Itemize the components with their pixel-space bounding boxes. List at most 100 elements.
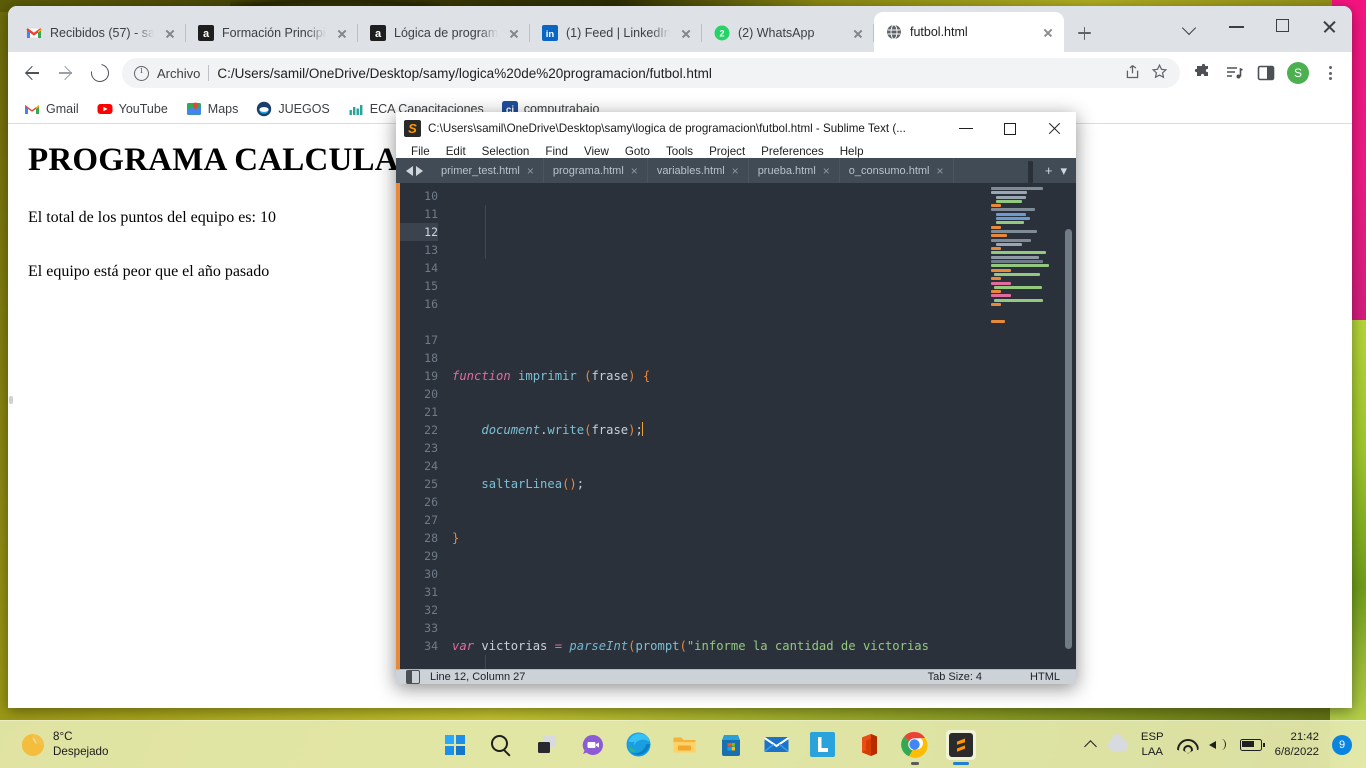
clock[interactable]: 21:42 6/8/2022 [1275,730,1319,759]
office-button[interactable] [854,730,884,760]
menu-view[interactable]: View [576,145,617,158]
address-bar[interactable]: Archivo C:/Users/samil/OneDrive/Desktop/… [122,58,1180,88]
alura-icon: a [198,25,214,41]
close-icon[interactable] [1040,24,1056,40]
edge-button[interactable] [624,730,654,760]
new-tab-button[interactable] [1070,19,1098,47]
close-icon[interactable]: × [937,164,944,178]
menu-selection[interactable]: Selection [474,145,538,158]
speaker-icon[interactable] [1208,737,1227,752]
tab-size-label[interactable]: Tab Size: 4 [928,671,982,683]
learn-button[interactable] [808,730,838,760]
chevron-up-icon[interactable] [1083,739,1097,753]
avatar[interactable]: S [1287,62,1309,84]
line-number: 13 [424,243,438,257]
close-icon[interactable]: × [732,164,739,178]
edge-icon [626,732,651,757]
menu-file[interactable]: File [403,145,438,158]
language-indicator[interactable]: ESP LAA [1141,730,1164,759]
menu-preferences[interactable]: Preferences [753,145,832,158]
chrome-button[interactable] [900,730,930,765]
sublime-tab-prueba[interactable]: prueba.html × [749,158,840,183]
menu-project[interactable]: Project [701,145,753,158]
close-icon[interactable] [678,25,694,41]
bookmark-maps[interactable]: Maps [186,101,238,117]
tab-scroll-right-icon[interactable] [415,165,423,176]
forward-button[interactable] [50,57,82,89]
browser-tab-3[interactable]: in (1) Feed | LinkedIn [530,14,702,52]
bookmark-juegos[interactable]: JUEGOS [256,101,330,117]
code-line-11: function imprimir (frase) { [452,369,651,383]
menu-tools[interactable]: Tools [658,145,701,158]
wifi-icon[interactable] [1177,737,1196,752]
search-button[interactable] [486,730,516,760]
close-icon[interactable]: × [823,164,830,178]
editor-code-area[interactable]: function imprimir (frase) { document.wri… [448,183,1076,669]
folder-icon [673,737,696,753]
tab-overflow-handle[interactable] [1027,161,1033,183]
syntax-label[interactable]: HTML [1030,671,1060,683]
editor-accent-bar [396,183,400,669]
task-view-button[interactable] [532,730,562,760]
browser-tab-2[interactable]: a Lógica de programac [358,14,530,52]
sublime-button[interactable] [945,729,976,765]
chevron-down-icon[interactable]: ▾ [1060,163,1067,179]
sublime-tab-primer-test[interactable]: primer_test.html × [432,158,544,183]
tab-search-chevron-down-icon[interactable] [1168,6,1214,46]
star-icon[interactable] [1151,63,1168,83]
battery-charging-icon[interactable] [1239,738,1265,751]
browser-tab-5-active[interactable]: futbol.html [874,12,1064,52]
chat-button[interactable] [578,730,608,760]
side-panel-icon[interactable] [1252,59,1280,87]
svg-text:2: 2 [719,29,724,39]
reload-button[interactable] [84,57,116,89]
sublime-tab-nav-arrows[interactable] [396,158,432,183]
browser-tab-0[interactable]: Recibidos (57) - sama [14,14,186,52]
sublime-minimize-button[interactable] [944,112,988,145]
site-info-icon[interactable] [134,65,149,81]
share-icon[interactable] [1124,63,1141,83]
close-icon[interactable] [850,25,866,41]
media-control-icon[interactable] [1220,59,1248,87]
close-icon[interactable] [162,25,178,41]
close-icon[interactable] [334,25,350,41]
browser-tab-4[interactable]: 2 (2) WhatsApp [702,14,874,52]
maximize-button[interactable] [1260,6,1306,46]
notification-badge[interactable]: 9 [1332,734,1352,755]
bookmark-gmail[interactable]: Gmail [24,101,79,117]
menu-goto[interactable]: Goto [617,145,658,158]
onedrive-icon[interactable] [1107,733,1128,751]
close-window-button[interactable] [1306,6,1352,46]
sublime-tab-variables[interactable]: variables.html × [648,158,749,183]
browser-tab-1[interactable]: a Formación Principiant [186,14,358,52]
editor-vertical-scrollbar[interactable] [1065,229,1072,649]
sublime-tab-bar: primer_test.html × programa.html × varia… [396,158,1076,183]
back-button[interactable] [16,57,48,89]
microsoft-store-button[interactable] [716,730,746,760]
tab-scroll-left-icon[interactable] [405,165,413,176]
file-explorer-button[interactable] [670,730,700,760]
weather-condition: Despejado [53,744,109,758]
start-button[interactable] [440,730,470,760]
weather-widget[interactable]: 8°C Despejado [0,730,330,760]
close-icon[interactable]: × [631,164,638,178]
browser-tab-title: (1) Feed | LinkedIn [566,26,670,40]
three-dot-menu-icon[interactable] [1320,63,1340,83]
close-icon[interactable] [506,25,522,41]
sublime-tab-programa[interactable]: programa.html × [544,158,648,183]
mail-button[interactable] [762,730,792,760]
sublime-maximize-button[interactable] [988,112,1032,145]
sublime-tab-o-consumo[interactable]: o_consumo.html × [840,158,954,183]
new-tab-button[interactable]: + [1045,163,1053,178]
minimize-button[interactable] [1214,6,1260,46]
menu-find[interactable]: Find [537,145,576,158]
sublime-close-button[interactable] [1032,112,1076,145]
editor-minimap[interactable] [988,183,1060,669]
sidebar-toggle-icon[interactable] [406,670,420,684]
menu-help[interactable]: Help [832,145,872,158]
puzzle-icon[interactable] [1188,59,1216,87]
bookmark-youtube[interactable]: YouTube [97,101,168,117]
close-icon[interactable]: × [527,164,534,178]
menu-edit[interactable]: Edit [438,145,474,158]
